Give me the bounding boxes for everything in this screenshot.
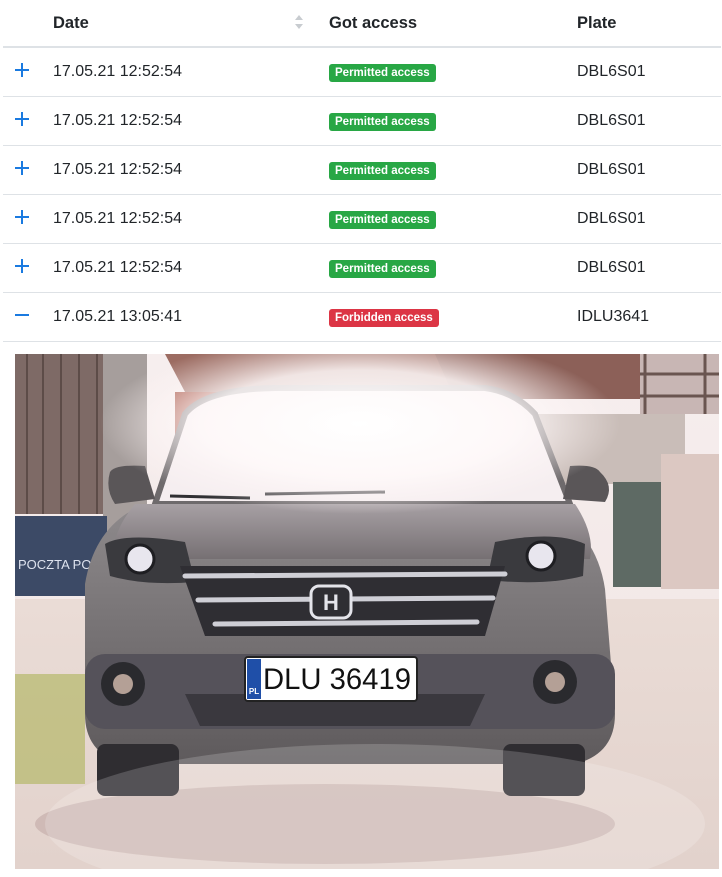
row-date: 17.05.21 12:52:54	[43, 194, 319, 244]
row-plate: DBL6S01	[567, 145, 721, 195]
plus-icon[interactable]	[15, 209, 29, 224]
plate-country: PL	[249, 687, 259, 696]
plate-text: DLU 36419	[263, 663, 411, 696]
header-access: Got access	[319, 0, 567, 48]
header-date[interactable]: Date	[43, 0, 319, 48]
access-log-table: Date Got access Plate 17.05.21 12:52:54	[3, 0, 721, 342]
status-badge: Permitted access	[329, 112, 436, 131]
status-badge: Forbidden access	[329, 308, 439, 327]
sort-down-icon	[295, 24, 303, 29]
table-row[interactable]: 17.05.21 12:52:54 Permitted access DBL6S…	[3, 145, 721, 195]
vehicle-photo-illustration: POCZTA POCZT H PL DLU 36419	[15, 354, 719, 869]
row-date: 17.05.21 13:05:41	[43, 292, 319, 342]
plus-icon[interactable]	[15, 160, 29, 175]
header-access-label: Got access	[329, 13, 418, 32]
table-row[interactable]: 17.05.21 12:52:54 Permitted access DBL6S…	[3, 47, 721, 97]
row-plate: DBL6S01	[567, 243, 721, 293]
header-plate-label: Plate	[577, 13, 617, 32]
plus-icon[interactable]	[15, 258, 29, 273]
row-date: 17.05.21 12:52:54	[43, 96, 319, 146]
row-plate: IDLU3641	[567, 292, 721, 342]
svg-text:H: H	[323, 590, 339, 615]
minus-icon[interactable]	[15, 308, 29, 322]
row-date: 17.05.21 12:52:54	[43, 47, 319, 97]
header-plate: Plate	[567, 0, 721, 48]
row-plate: DBL6S01	[567, 96, 721, 146]
status-badge: Permitted access	[329, 161, 436, 180]
plus-icon[interactable]	[15, 62, 29, 77]
sort-icon[interactable]	[295, 15, 303, 29]
row-date: 17.05.21 12:52:54	[43, 145, 319, 195]
access-log-page: Date Got access Plate 17.05.21 12:52:54	[0, 0, 722, 877]
plus-icon[interactable]	[15, 111, 29, 126]
row-date: 17.05.21 12:52:54	[43, 243, 319, 293]
header-date-label: Date	[53, 13, 89, 32]
status-badge: Permitted access	[329, 259, 436, 278]
status-badge: Permitted access	[329, 210, 436, 229]
row-plate: DBL6S01	[567, 194, 721, 244]
sort-up-icon	[295, 15, 303, 20]
header-toggle-cell	[3, 0, 43, 48]
vehicle-photo: POCZTA POCZT H PL DLU 36419	[15, 354, 719, 869]
row-plate: DBL6S01	[567, 47, 721, 97]
table-row[interactable]: 17.05.21 12:52:54 Permitted access DBL6S…	[3, 96, 721, 146]
table-header-row: Date Got access Plate	[3, 0, 721, 48]
status-badge: Permitted access	[329, 63, 436, 82]
table-row-expanded[interactable]: 17.05.21 13:05:41 Forbidden access IDLU3…	[3, 292, 721, 342]
table-row[interactable]: 17.05.21 12:52:54 Permitted access DBL6S…	[3, 194, 721, 244]
table-row[interactable]: 17.05.21 12:52:54 Permitted access DBL6S…	[3, 243, 721, 293]
